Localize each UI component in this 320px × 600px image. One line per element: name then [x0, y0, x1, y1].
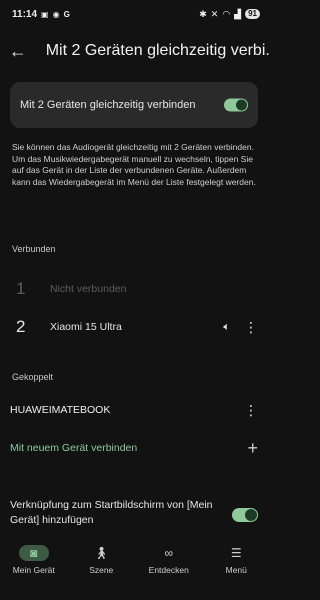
nav-item-menue[interactable]: ☰ Menü [203, 540, 271, 590]
dual-connection-label: Mit 2 Geräten gleichzeitig verbinden [20, 98, 196, 111]
nav-label: Szene [89, 565, 114, 575]
nav-item-szene[interactable]: 🚶︎ Szene [68, 540, 136, 590]
notification-icon: ◉ [52, 9, 60, 19]
nav-item-mein-geraet[interactable]: ◙ Mein Gerät [0, 540, 68, 590]
more-options-icon[interactable]: ⋮ [244, 320, 258, 334]
status-time: 11:14 [12, 8, 38, 20]
menu-icon: ☰ [230, 546, 242, 560]
switch-knob [245, 509, 257, 521]
paired-device-row[interactable]: HUAWEIMATEBOOK ⋮ [0, 398, 270, 422]
back-arrow-icon[interactable]: ← [0, 41, 36, 62]
status-left: 11:14 ▣ ◉ G [12, 9, 70, 20]
nav-label: Mein Gerät [12, 565, 55, 575]
slot-device-name: Xiaomi 15 Ultra [50, 321, 122, 333]
slot-device-name: Nicht verbunden [50, 283, 127, 295]
connected-slot-2[interactable]: 2 Xiaomi 15 Ultra 🔈︎ ⋮ [0, 310, 270, 344]
connected-slot-1: 1 Nicht verbunden [0, 272, 270, 306]
connected-section-label: Verbunden [12, 244, 56, 254]
nav-label: Menü [225, 565, 247, 575]
slot-number: 1 [16, 279, 26, 298]
nav-item-entdecken[interactable]: ∞ Entdecken [135, 540, 203, 590]
connect-new-device-label: Mit neuem Gerät verbinden [10, 442, 138, 454]
binoculars-icon: ∞ [164, 546, 174, 560]
description-text: Sie können das Audiogerät gleichzeitig m… [12, 142, 256, 187]
home-shortcut-label: Verknüpfung zum Startbildschirm von [Mei… [10, 499, 213, 526]
header: ← Mit 2 Geräten gleichzeitig verbi... [0, 36, 270, 66]
more-options-icon[interactable]: ⋮ [244, 403, 258, 417]
switch-knob [236, 99, 247, 111]
bluetooth-icon: ✱ [199, 8, 207, 19]
page-title: Mit 2 Geräten gleichzeitig verbi... [45, 42, 270, 59]
dual-connection-switch[interactable] [224, 98, 248, 112]
home-shortcut-switch[interactable] [232, 508, 258, 522]
status-right: ✱ ✕ ◠ ▟ 91 [199, 9, 260, 20]
google-icon: G [63, 9, 70, 19]
plus-icon[interactable]: + [247, 439, 258, 457]
nav-label: Entdecken [148, 565, 189, 575]
battery-icon: 91 [245, 9, 260, 19]
connect-new-device-row[interactable]: Mit neuem Gerät verbinden + [0, 436, 270, 460]
signal-icon: ▟ [234, 8, 242, 19]
status-bar: 11:14 ▣ ◉ G ✱ ✕ ◠ ▟ 91 [0, 0, 270, 28]
paired-section-label: Gekoppelt [12, 372, 54, 382]
wifi-icon: ◠ [222, 8, 231, 19]
slot-number: 2 [16, 317, 26, 336]
paired-device-name: HUAWEIMATEBOOK [10, 404, 111, 416]
home-shortcut-row[interactable]: Verknüpfung zum Startbildschirm von [Mei… [0, 498, 270, 532]
notification-icon: ▣ [41, 9, 49, 19]
person-icon: 🚶︎ [93, 546, 109, 560]
mute-icon: ✕ [210, 8, 219, 19]
dual-connection-card[interactable]: Mit 2 Geräten gleichzeitig verbinden [10, 82, 258, 128]
device-icon: ◙ [18, 545, 49, 561]
bottom-nav: ◙ Mein Gerät 🚶︎ Szene ∞ Entdecken ☰ Menü [0, 540, 270, 590]
speaker-icon: 🔈︎ [223, 320, 230, 333]
